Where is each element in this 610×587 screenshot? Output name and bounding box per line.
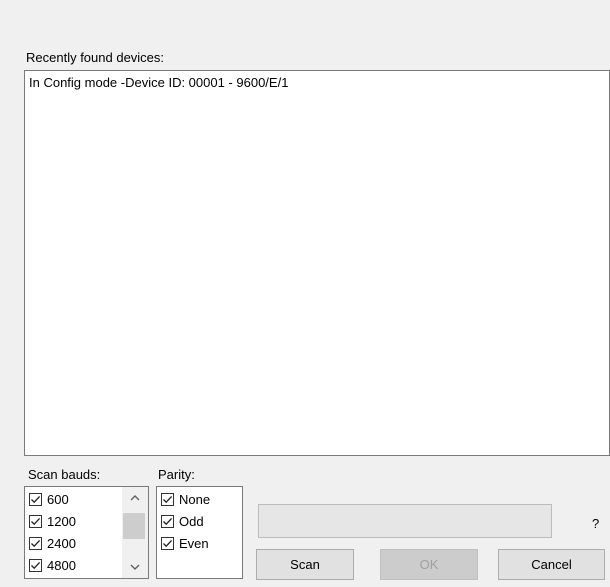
parity-item-even[interactable]: Even xyxy=(161,536,209,551)
parity-list[interactable]: None Odd Even xyxy=(156,486,243,579)
checkbox-checked-icon[interactable] xyxy=(161,493,174,507)
cancel-button[interactable]: Cancel xyxy=(498,549,605,580)
help-text[interactable]: ? xyxy=(592,516,599,531)
scan-progress-bar xyxy=(258,504,552,538)
chevron-down-icon[interactable] xyxy=(122,558,148,576)
parity-label: Parity: xyxy=(158,467,195,482)
devices-label: Recently found devices: xyxy=(26,50,165,65)
list-item[interactable]: In Config mode -Device ID: 00001 - 9600/… xyxy=(25,71,609,90)
baud-item-1200[interactable]: 1200 xyxy=(29,514,76,529)
baud-item-600[interactable]: 600 xyxy=(29,492,69,507)
ok-button[interactable]: OK xyxy=(380,549,478,580)
checkbox-checked-icon[interactable] xyxy=(29,493,42,507)
parity-item-none[interactable]: None xyxy=(161,492,210,507)
checkbox-checked-icon[interactable] xyxy=(161,537,174,551)
checkbox-checked-icon[interactable] xyxy=(29,559,42,573)
checkbox-checked-icon[interactable] xyxy=(29,537,42,551)
devices-list[interactable]: In Config mode -Device ID: 00001 - 9600/… xyxy=(24,70,610,456)
scan-bauds-label: Scan bauds: xyxy=(28,467,101,482)
checkbox-checked-icon[interactable] xyxy=(29,515,42,529)
parity-item-odd[interactable]: Odd xyxy=(161,514,204,529)
bauds-scrollbar[interactable] xyxy=(122,487,148,578)
scan-button[interactable]: Scan xyxy=(256,549,354,580)
chevron-up-icon[interactable] xyxy=(122,489,148,507)
baud-item-4800[interactable]: 4800 xyxy=(29,558,76,573)
scan-bauds-list[interactable]: 600 1200 2400 4800 xyxy=(24,486,149,579)
scrollbar-thumb[interactable] xyxy=(123,513,145,539)
baud-item-2400[interactable]: 2400 xyxy=(29,536,76,551)
checkbox-checked-icon[interactable] xyxy=(161,515,174,529)
